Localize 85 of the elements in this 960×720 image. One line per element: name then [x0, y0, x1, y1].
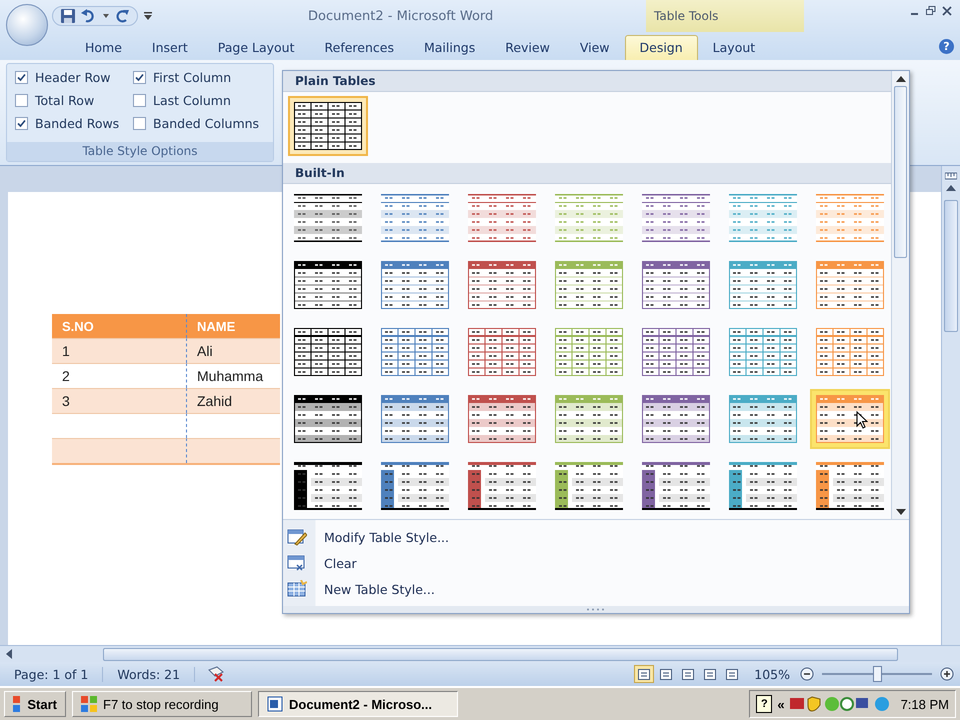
table-edit-icon	[287, 528, 307, 546]
help-button[interactable]: ?	[939, 38, 954, 54]
new-table-icon	[287, 580, 307, 598]
section-header: Plain Tables	[283, 71, 891, 92]
ribbon-tab[interactable]: Layout	[698, 35, 770, 60]
zoom-level[interactable]: 105%	[754, 666, 790, 682]
ruler-icon[interactable]	[945, 170, 957, 182]
checkbox[interactable]	[133, 117, 146, 130]
ribbon-tab[interactable]: Mailings	[408, 35, 490, 60]
checkbox[interactable]	[133, 71, 146, 84]
restore-icon[interactable]	[926, 6, 936, 16]
page-view-icon	[704, 668, 716, 680]
word-count[interactable]: Words: 21	[103, 666, 196, 682]
table-style-thumbnail[interactable]	[288, 96, 368, 156]
close-icon[interactable]	[942, 6, 952, 16]
table-cell: 1	[52, 338, 187, 363]
mouse-pointer-icon	[856, 411, 868, 429]
ribbon-tab[interactable]: Design	[624, 35, 698, 60]
show-hidden-icons-button[interactable]: «	[777, 696, 785, 712]
ribbon-tab[interactable]: Page Layout	[202, 35, 310, 60]
ribbon-tab[interactable]: View	[564, 35, 624, 60]
checkbox[interactable]	[133, 94, 146, 107]
checkbox-label: First Column	[153, 70, 232, 85]
scroll-left-icon[interactable]	[6, 649, 12, 659]
menu-item[interactable]: Clear	[283, 550, 909, 576]
office-button[interactable]	[6, 4, 48, 46]
ribbon-tab[interactable]: Review	[490, 35, 565, 60]
ribbon-tab[interactable]: Home	[70, 35, 137, 60]
scroll-up-icon[interactable]	[896, 76, 906, 82]
vertical-scrollbar[interactable]	[941, 166, 960, 645]
customize-menu-icon[interactable]	[144, 12, 152, 20]
checkbox-label: Banded Columns	[153, 116, 260, 131]
contextual-tab-label: Table Tools	[646, 0, 804, 32]
slider-thumb[interactable]	[873, 666, 882, 682]
window-title: Document2 - Microsoft Word	[308, 8, 494, 24]
proofing-icon[interactable]	[207, 666, 226, 682]
help-button[interactable]: ?	[756, 695, 772, 713]
page-view-icon	[726, 668, 738, 680]
checkbox-label: Total Row	[35, 93, 94, 108]
zoom-out-icon[interactable]	[800, 667, 814, 681]
scrollbar-thumb[interactable]	[103, 648, 898, 660]
page-view-icon	[638, 668, 650, 680]
scrollbar-thumb[interactable]	[944, 200, 958, 332]
menu-item[interactable]: Modify Table Style...	[283, 524, 909, 550]
table-header-cell: NAME	[187, 314, 280, 338]
view-button[interactable]	[634, 665, 654, 683]
checkbox-label: Banded Rows	[35, 116, 120, 131]
scroll-down-icon[interactable]	[896, 509, 906, 515]
menu-item[interactable]: New Table Style...	[283, 576, 909, 602]
table-cell: 3	[52, 388, 187, 413]
zoom-in-icon[interactable]	[940, 667, 954, 681]
table-header-cell: S.NO	[52, 314, 187, 338]
caret-icon[interactable]	[103, 14, 109, 18]
tray-icons-drawing[interactable]	[790, 695, 890, 713]
taskbar-button[interactable]: F7 to stop recording	[72, 691, 252, 717]
group-title: Table Style Options	[7, 142, 273, 161]
checkbox[interactable]	[15, 94, 28, 107]
table-cell: 2	[52, 363, 187, 388]
table-style-thumbnail[interactable]	[810, 389, 890, 449]
page-view-icon	[682, 668, 694, 680]
scroll-up-icon[interactable]	[946, 185, 956, 191]
window-flag-icon	[81, 696, 97, 712]
table-cell: Zahid	[187, 388, 280, 413]
page-view-icon	[660, 668, 672, 680]
page-count[interactable]: Page: 1 of 1	[0, 666, 104, 682]
table-clear-icon	[287, 554, 307, 572]
table-cell: Ali	[187, 338, 280, 363]
checkbox-label: Last Column	[153, 93, 231, 108]
checkbox-label: Header Row	[35, 70, 110, 85]
ribbon-tab[interactable]: References	[310, 35, 409, 60]
checkbox[interactable]	[15, 71, 28, 84]
redo-icon[interactable]	[115, 9, 129, 23]
gallery-scrollbar[interactable]	[891, 71, 909, 519]
ribbon-tab[interactable]: Insert	[136, 35, 203, 60]
scrollbar-thumb[interactable]	[894, 86, 907, 258]
save-icon[interactable]	[61, 9, 75, 23]
document-icon	[267, 696, 283, 712]
checkbox[interactable]	[15, 117, 28, 130]
clock: 7:18 PM	[900, 696, 949, 712]
start-button[interactable]: Start	[4, 691, 66, 717]
window-flag-icon	[13, 696, 22, 712]
horizontal-scrollbar[interactable]	[0, 645, 960, 662]
section-header: Built-In	[283, 163, 891, 184]
taskbar-button[interactable]: Document2 - Microso...	[258, 691, 458, 717]
resize-grip-icon[interactable]	[586, 608, 606, 611]
